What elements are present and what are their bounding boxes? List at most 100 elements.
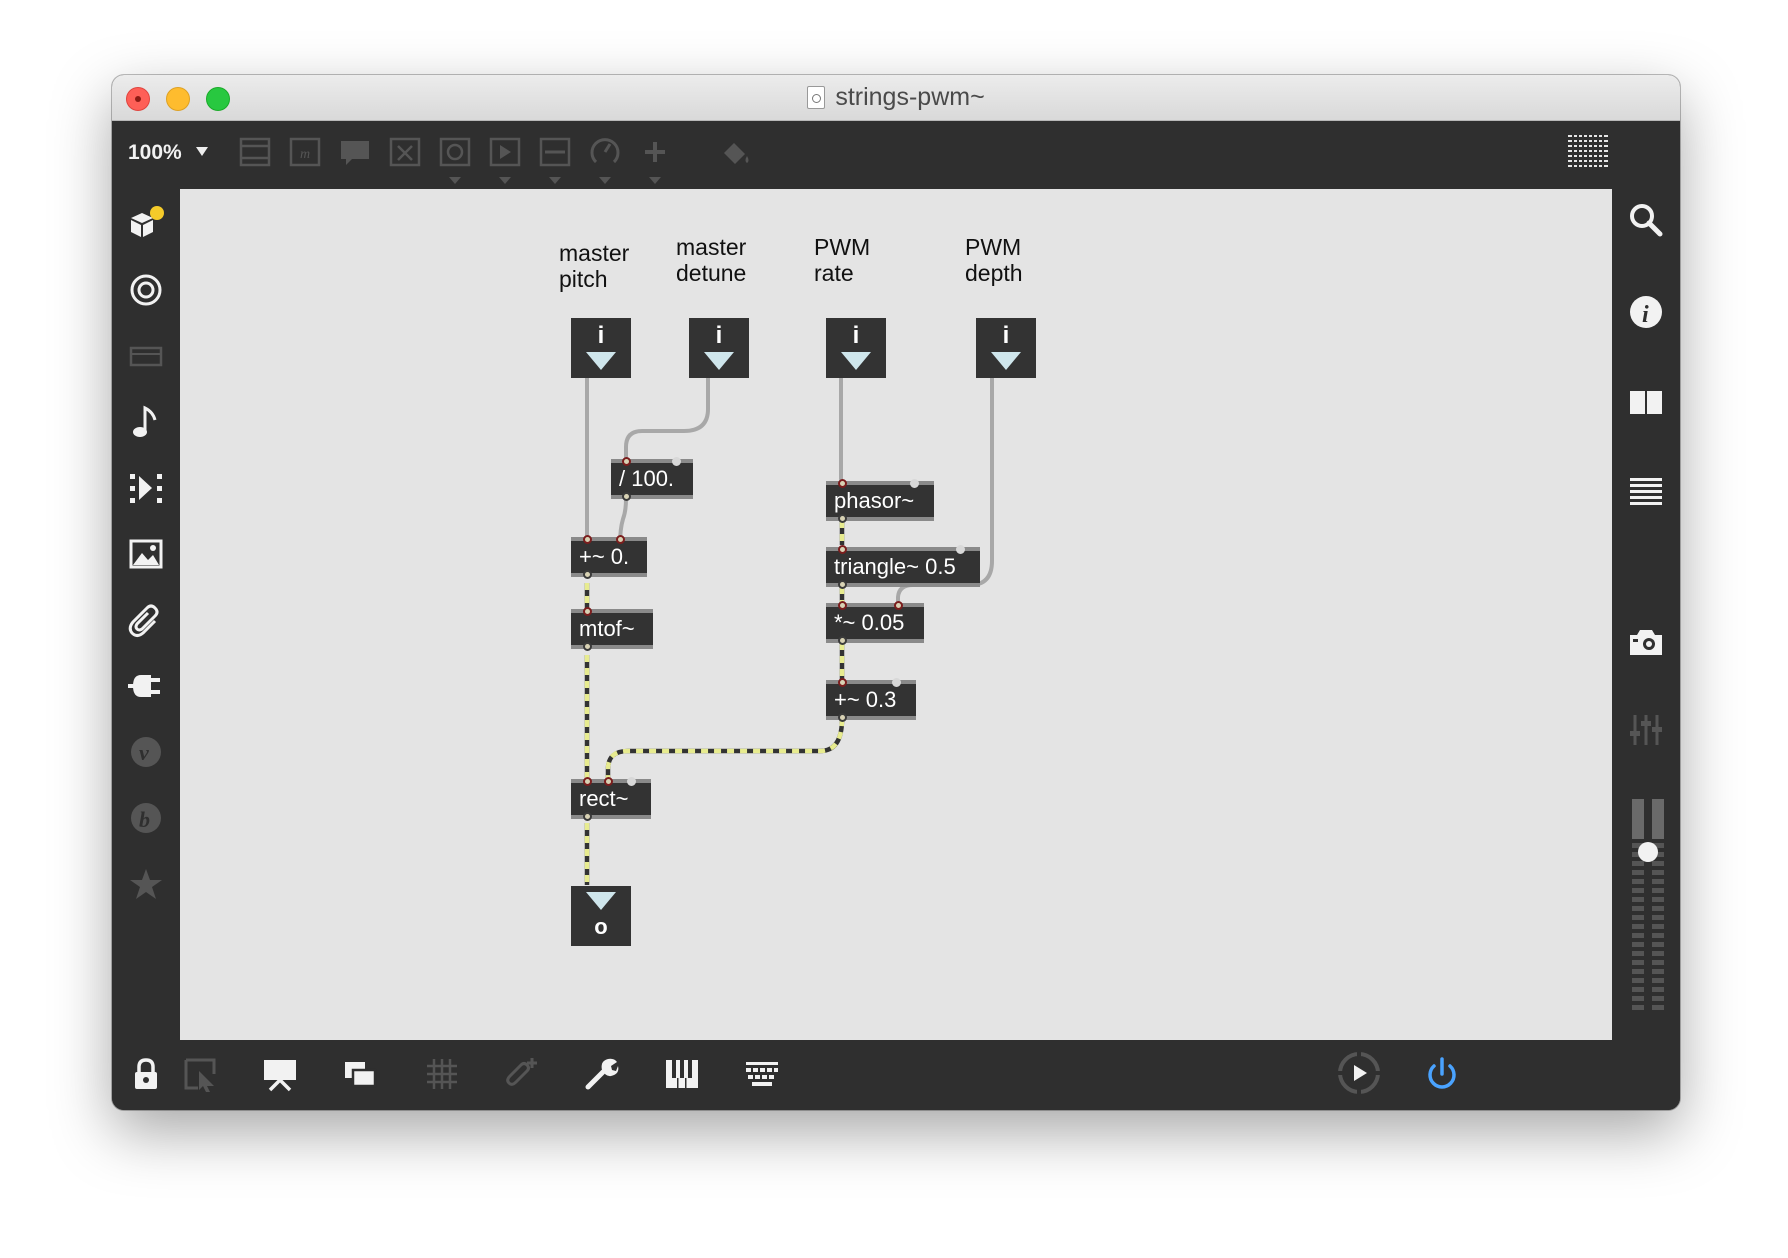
dial-dropdown-icon[interactable] xyxy=(599,177,611,184)
select-mode-icon[interactable] xyxy=(182,1056,218,1092)
object-outlet[interactable] xyxy=(838,514,847,523)
add-dropdown-icon[interactable] xyxy=(649,177,661,184)
object-inlet[interactable] xyxy=(838,479,847,488)
number-triangle-icon xyxy=(704,352,734,370)
phasor-object[interactable]: phasor~ xyxy=(826,479,934,523)
object-outlet[interactable] xyxy=(838,580,847,589)
plus-pitch-object[interactable]: +~ 0. xyxy=(571,535,647,579)
triangle-object[interactable]: triangle~ 0.5 xyxy=(826,545,980,589)
comment-master-detune[interactable]: master detune xyxy=(676,234,746,286)
divide-object[interactable]: / 100. xyxy=(611,457,693,501)
pwm-rate-number-box[interactable]: i xyxy=(826,318,886,378)
reference-icon[interactable] xyxy=(1627,383,1665,421)
star-icon[interactable] xyxy=(127,865,165,903)
message-icon[interactable]: m xyxy=(288,135,322,169)
object-inlet[interactable] xyxy=(616,535,625,544)
bpatcher-icon[interactable]: b xyxy=(127,799,165,837)
object-outlet[interactable] xyxy=(838,713,847,722)
object-inlet[interactable] xyxy=(838,678,847,687)
comment-pwm-depth[interactable]: PWM depth xyxy=(965,234,1023,286)
mtof-object[interactable]: mtof~ xyxy=(571,607,653,651)
object-inlet[interactable] xyxy=(604,777,613,786)
pwm-depth-number-box[interactable]: i xyxy=(976,318,1036,378)
zoom-dropdown-icon[interactable] xyxy=(196,147,208,156)
window-title-group: strings-pwm~ xyxy=(112,75,1680,120)
slider-dropdown-icon[interactable] xyxy=(549,177,561,184)
object-inlet[interactable] xyxy=(838,545,847,554)
object-inlet[interactable] xyxy=(622,457,631,466)
computer-keyboard-icon[interactable] xyxy=(744,1056,780,1092)
wrench-icon[interactable] xyxy=(584,1056,620,1092)
output-level-meter[interactable] xyxy=(1632,799,1666,1017)
object-inlet[interactable] xyxy=(672,457,681,466)
zoom-level[interactable]: 100% xyxy=(128,141,182,165)
plug-icon[interactable] xyxy=(127,667,165,705)
document-icon xyxy=(807,86,826,109)
window-title: strings-pwm~ xyxy=(835,83,985,111)
list-icon[interactable] xyxy=(1627,473,1665,511)
plus-offset-object[interactable]: +~ 0.3 xyxy=(826,678,916,722)
master-pitch-number-box[interactable]: i xyxy=(571,318,631,378)
lock-icon[interactable] xyxy=(128,1056,164,1092)
patch-canvas[interactable]: master pitch master detune PWM rate PWM … xyxy=(180,189,1612,1040)
object-inlet[interactable] xyxy=(627,777,636,786)
number-icon[interactable] xyxy=(488,135,522,169)
toggle-icon[interactable] xyxy=(438,135,472,169)
piano-keyboard-icon[interactable] xyxy=(664,1056,700,1092)
rect-object[interactable]: rect~ xyxy=(571,777,651,821)
video-clip-icon[interactable] xyxy=(127,469,165,507)
transport-play-icon[interactable] xyxy=(1336,1050,1382,1096)
object-inlet[interactable] xyxy=(894,601,903,610)
patcher-toolbar: 100% m xyxy=(112,121,1680,189)
object-outlet[interactable] xyxy=(622,492,631,501)
search-icon[interactable] xyxy=(1627,201,1665,239)
windows-icon[interactable] xyxy=(342,1056,378,1092)
camera-icon[interactable] xyxy=(1627,623,1665,661)
tape-icon[interactable] xyxy=(127,337,165,375)
music-note-icon[interactable] xyxy=(127,403,165,441)
int-label: i xyxy=(1002,322,1010,349)
add-icon[interactable] xyxy=(638,135,672,169)
output-number-box[interactable]: o xyxy=(571,886,631,946)
comment-pwm-rate[interactable]: PWM rate xyxy=(814,234,870,286)
number-dropdown-icon[interactable] xyxy=(499,177,511,184)
image-icon[interactable] xyxy=(127,535,165,573)
comment-icon[interactable] xyxy=(338,135,372,169)
new-object-clip-icon[interactable] xyxy=(504,1056,540,1092)
svg-text:m: m xyxy=(300,147,310,162)
presentation-icon[interactable] xyxy=(262,1056,298,1092)
object-inlet[interactable] xyxy=(910,479,919,488)
object-outlet[interactable] xyxy=(583,570,592,579)
object-inlet[interactable] xyxy=(892,678,901,687)
multiply-object[interactable]: *~ 0.05 xyxy=(826,601,924,645)
object-inlet[interactable] xyxy=(583,777,592,786)
toggle-dropdown-icon[interactable] xyxy=(449,177,461,184)
svg-text:v: v xyxy=(139,740,149,765)
new-object-icon[interactable] xyxy=(238,135,272,169)
dial-icon[interactable] xyxy=(588,135,622,169)
object-inlet[interactable] xyxy=(583,535,592,544)
object-inlet[interactable] xyxy=(956,545,965,554)
object-inlet[interactable] xyxy=(583,607,592,616)
object-inlet[interactable] xyxy=(838,601,847,610)
master-detune-number-box[interactable]: i xyxy=(689,318,749,378)
object-outlet[interactable] xyxy=(583,812,592,821)
cord-detune-to-divide xyxy=(624,375,710,459)
slider-icon[interactable] xyxy=(538,135,572,169)
object-outlet[interactable] xyxy=(838,636,847,645)
patcher-window: strings-pwm~ 100% m v b master pitch mas… xyxy=(112,75,1680,1110)
packages-icon[interactable] xyxy=(127,205,165,243)
audio-power-icon[interactable] xyxy=(1424,1056,1460,1092)
vst-icon[interactable]: v xyxy=(127,733,165,771)
object-outlet[interactable] xyxy=(583,642,592,651)
mixer-icon[interactable] xyxy=(1627,711,1665,749)
paperclip-icon[interactable] xyxy=(127,601,165,639)
info-icon[interactable]: i xyxy=(1627,293,1665,331)
comment-master-pitch[interactable]: master pitch xyxy=(559,240,629,292)
target-icon[interactable] xyxy=(127,271,165,309)
grid-view-icon[interactable] xyxy=(1568,135,1608,171)
button-icon[interactable] xyxy=(388,135,422,169)
left-sidebar: v b xyxy=(112,189,180,1040)
paint-bucket-icon[interactable] xyxy=(718,135,752,169)
grid-icon[interactable] xyxy=(424,1056,460,1092)
